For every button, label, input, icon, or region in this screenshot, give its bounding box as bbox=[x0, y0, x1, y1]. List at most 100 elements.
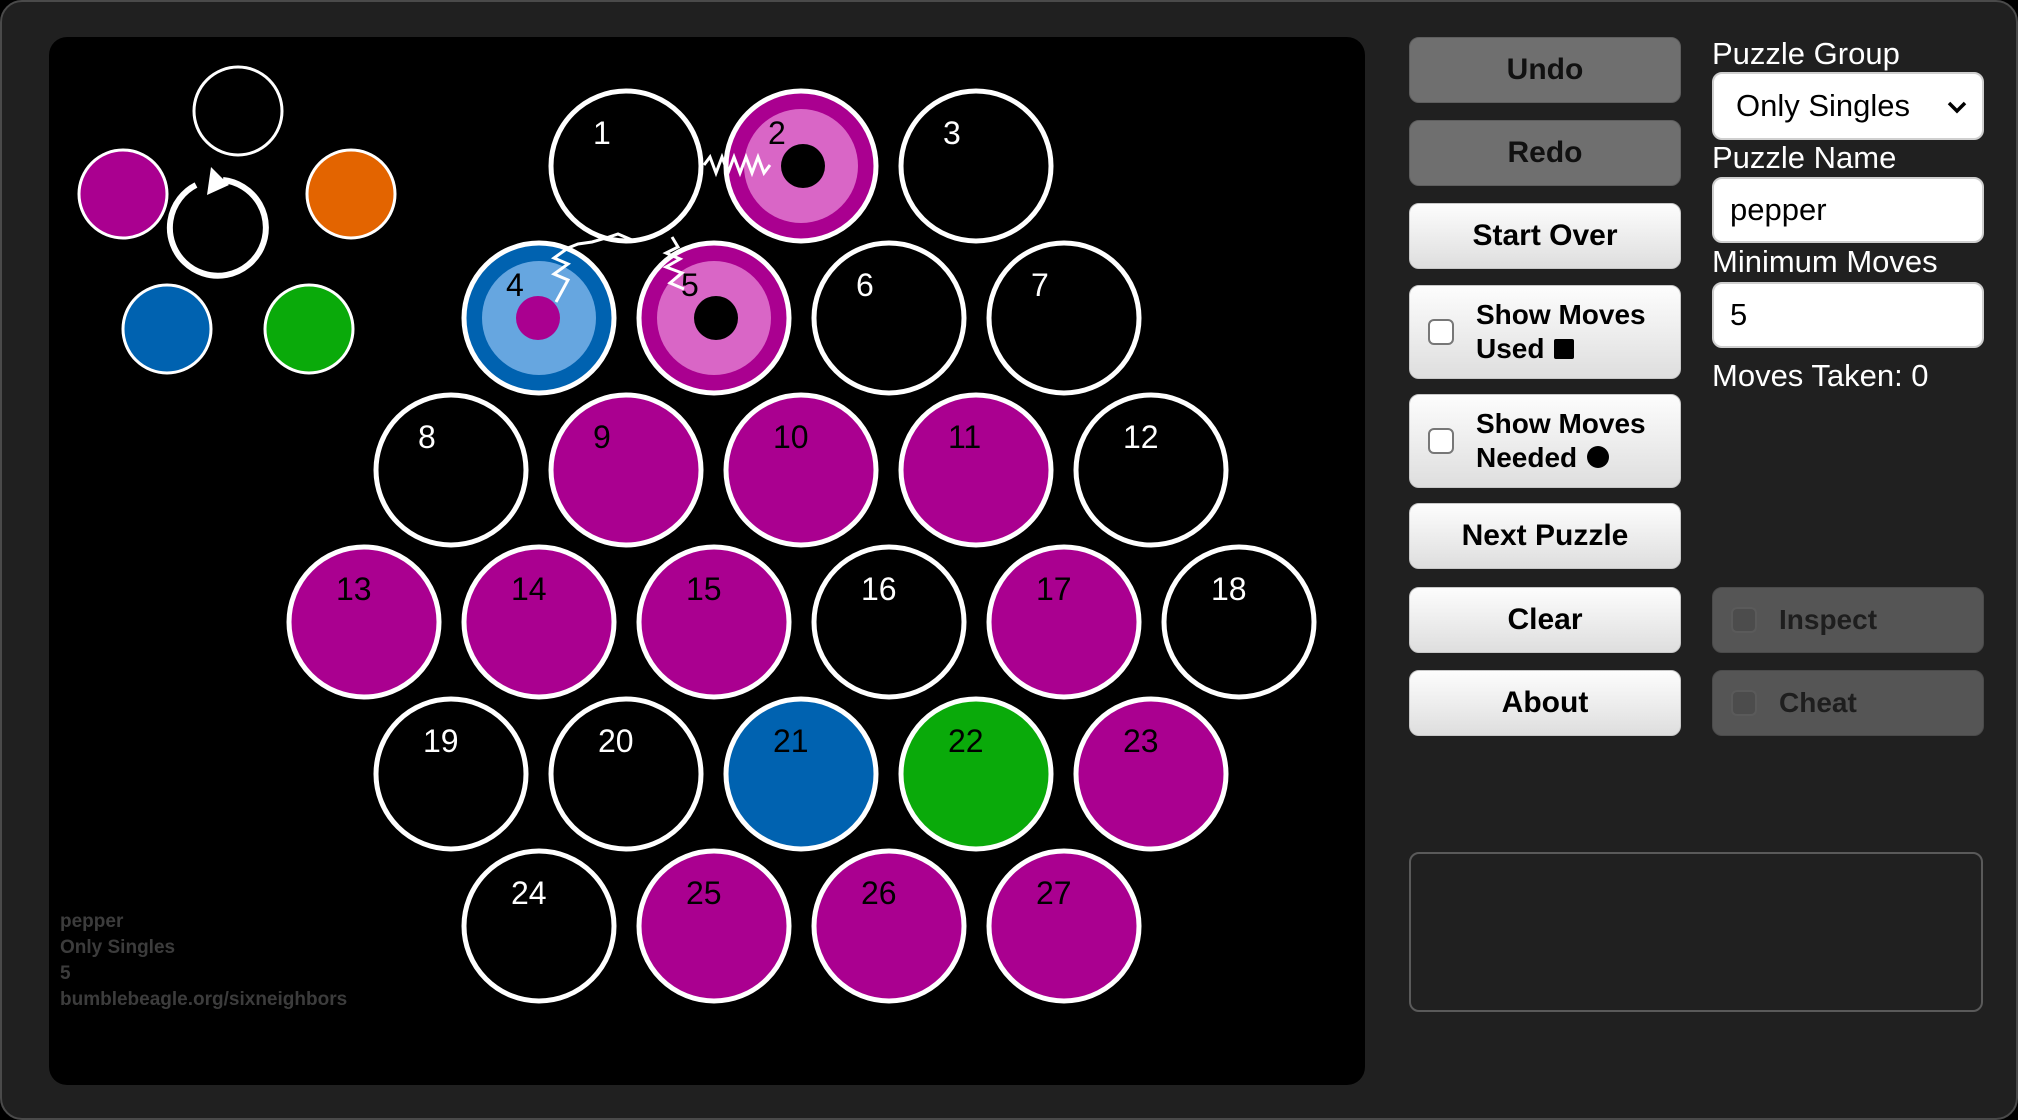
cell-number: 22 bbox=[948, 723, 984, 759]
cell-24[interactable]: 24 bbox=[461, 848, 617, 1004]
moves-taken-text: Moves Taken: 0 bbox=[1712, 358, 1929, 393]
show-moves-used-checkbox[interactable] bbox=[1428, 319, 1454, 345]
cell-25[interactable]: 25 bbox=[636, 848, 792, 1004]
cell-11[interactable]: 11 bbox=[898, 392, 1054, 548]
show-moves-used-label-2: Used bbox=[1476, 333, 1545, 364]
puzzle-group-label: Puzzle Group bbox=[1712, 36, 1900, 71]
palette-blue-swatch[interactable] bbox=[121, 283, 213, 375]
footer-min-moves: 5 bbox=[60, 963, 71, 984]
cell-19[interactable]: 19 bbox=[373, 696, 529, 852]
cell-number: 13 bbox=[336, 571, 372, 607]
cell-number: 4 bbox=[506, 267, 524, 303]
cell-number: 12 bbox=[1123, 419, 1159, 455]
cell-number: 9 bbox=[593, 419, 611, 455]
chevron-down-icon bbox=[1947, 101, 1967, 114]
palette-magenta-swatch[interactable] bbox=[77, 148, 169, 240]
color-palette bbox=[77, 65, 397, 375]
cell-number: 26 bbox=[861, 875, 897, 911]
show-moves-needed-label: Show Moves bbox=[1476, 408, 1646, 439]
cell-number: 23 bbox=[1123, 723, 1159, 759]
cell-number: 18 bbox=[1211, 571, 1247, 607]
cell-number: 6 bbox=[856, 267, 874, 303]
cell-number: 3 bbox=[943, 115, 961, 151]
cell-number: 24 bbox=[511, 875, 547, 911]
palette-empty-swatch[interactable] bbox=[192, 65, 284, 157]
start-over-button[interactable]: Start Over bbox=[1409, 203, 1681, 269]
cheat-checkbox[interactable] bbox=[1731, 690, 1757, 716]
game-board[interactable]: 1 2 3 4 5 6 7 8 9 10 11 12 13 14 15 16 17 18 19 20 21 22 23 24 2… bbox=[49, 37, 1365, 1085]
puzzle-name-label: Puzzle Name bbox=[1712, 140, 1897, 175]
cell-21[interactable]: 21 bbox=[723, 696, 879, 852]
cell-22[interactable]: 22 bbox=[898, 696, 1054, 852]
cell-27[interactable]: 27 bbox=[986, 848, 1142, 1004]
cell-5[interactable]: 5 bbox=[636, 240, 792, 396]
footer-puzzle-name: pepper bbox=[60, 911, 124, 932]
square-marker-icon bbox=[1554, 339, 1575, 359]
clear-button[interactable]: Clear bbox=[1409, 587, 1681, 653]
cell-number: 27 bbox=[1036, 875, 1072, 911]
show-moves-used-label: Show Moves bbox=[1476, 299, 1646, 330]
cell-10[interactable]: 10 bbox=[723, 392, 879, 548]
cell-9[interactable]: 9 bbox=[548, 392, 704, 548]
cell-20[interactable]: 20 bbox=[548, 696, 704, 852]
puzzle-name-input[interactable]: pepper bbox=[1712, 177, 1984, 243]
puzzle-group-value: Only Singles bbox=[1736, 88, 1911, 123]
cell-number: 25 bbox=[686, 875, 722, 911]
cell-number: 17 bbox=[1036, 571, 1072, 607]
redo-button[interactable]: Redo bbox=[1409, 120, 1681, 186]
cell-number: 14 bbox=[511, 571, 547, 607]
inspect-checkbox[interactable] bbox=[1731, 607, 1757, 633]
cell-23[interactable]: 23 bbox=[1073, 696, 1229, 852]
inspect-toggle[interactable]: Inspect bbox=[1712, 587, 1984, 653]
cell-number: 2 bbox=[768, 115, 786, 151]
cell-number: 20 bbox=[598, 723, 634, 759]
footer-puzzle-group: Only Singles bbox=[60, 937, 175, 958]
cell-26[interactable]: 26 bbox=[811, 848, 967, 1004]
cell-8[interactable]: 8 bbox=[373, 392, 529, 548]
cell-number: 19 bbox=[423, 723, 459, 759]
rotate-clockwise-icon[interactable] bbox=[166, 167, 269, 279]
cell-number: 7 bbox=[1031, 267, 1049, 303]
palette-green-swatch[interactable] bbox=[263, 283, 355, 375]
puzzle-group-select[interactable]: Only Singles bbox=[1712, 72, 1984, 140]
cell-number: 8 bbox=[418, 419, 436, 455]
cell-15[interactable]: 15 bbox=[636, 544, 792, 700]
show-moves-needed-toggle[interactable]: Show Moves Needed bbox=[1409, 394, 1681, 488]
show-moves-used-toggle[interactable]: Show Moves Used bbox=[1409, 285, 1681, 379]
cell-1[interactable]: 1 bbox=[548, 88, 704, 244]
cell-number: 15 bbox=[686, 571, 722, 607]
minimum-moves-label: Minimum Moves bbox=[1712, 244, 1938, 279]
minimum-moves-value: 5 bbox=[1730, 297, 1748, 332]
cell-13[interactable]: 13 bbox=[286, 544, 442, 700]
cell-number: 10 bbox=[773, 419, 809, 455]
cell-3[interactable]: 3 bbox=[898, 88, 1054, 244]
cell-number: 11 bbox=[948, 419, 981, 455]
dot-marker-icon bbox=[694, 296, 738, 340]
undo-button[interactable]: Undo bbox=[1409, 37, 1681, 103]
footer-url: bumblebeagle.org/sixneighbors bbox=[60, 989, 347, 1010]
cell-number: 1 bbox=[593, 115, 611, 151]
puzzle-name-value: pepper bbox=[1730, 192, 1827, 227]
cell-7[interactable]: 7 bbox=[986, 240, 1142, 396]
show-moves-needed-checkbox[interactable] bbox=[1428, 428, 1454, 454]
minimum-moves-input[interactable]: 5 bbox=[1712, 282, 1984, 348]
cheat-toggle[interactable]: Cheat bbox=[1712, 670, 1984, 736]
dot-marker-icon bbox=[1587, 446, 1610, 468]
cell-18[interactable]: 18 bbox=[1161, 544, 1317, 700]
cell-4[interactable]: 4 bbox=[461, 240, 617, 396]
inspect-label: Inspect bbox=[1779, 604, 1878, 635]
cell-14[interactable]: 14 bbox=[461, 544, 617, 700]
about-button[interactable]: About bbox=[1409, 670, 1681, 736]
cell-number: 21 bbox=[773, 723, 809, 759]
palette-orange-swatch[interactable] bbox=[305, 148, 397, 240]
show-moves-needed-label-2: Needed bbox=[1476, 442, 1578, 473]
cell-number: 16 bbox=[861, 571, 897, 607]
cheat-label: Cheat bbox=[1779, 687, 1857, 718]
cell-17[interactable]: 17 bbox=[986, 544, 1142, 700]
dot-marker-icon bbox=[781, 144, 825, 188]
cell-16[interactable]: 16 bbox=[811, 544, 967, 700]
cell-6[interactable]: 6 bbox=[811, 240, 967, 396]
message-area bbox=[1409, 852, 1983, 1012]
cell-12[interactable]: 12 bbox=[1073, 392, 1229, 548]
next-puzzle-button[interactable]: Next Puzzle bbox=[1409, 503, 1681, 569]
